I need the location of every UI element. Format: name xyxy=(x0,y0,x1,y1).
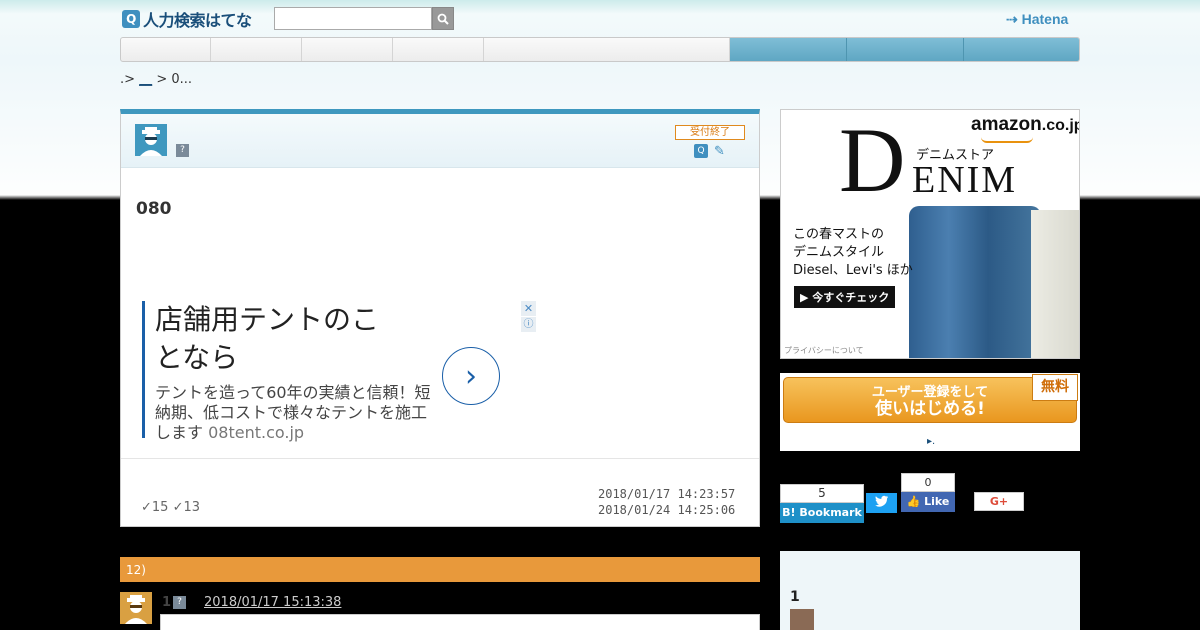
posted-at: 2018/01/17 14:23:57 xyxy=(598,487,736,501)
check-icon: ✓ xyxy=(172,500,184,515)
facebook-like-button[interactable]: 👍 Like xyxy=(901,492,955,512)
nav-item[interactable] xyxy=(964,38,1079,61)
chevron-right-icon[interactable]: › xyxy=(442,347,500,405)
register-sub-link[interactable]: ▸. xyxy=(927,436,935,447)
rank-number: 1 xyxy=(790,589,800,605)
register-box: ユーザー登録をして 使いはじめる! 無料 ▸. xyxy=(780,373,1080,451)
privacy-link[interactable]: プライバシーについて xyxy=(784,345,864,356)
check-now-button[interactable]: ▶ 今すぐチェック xyxy=(794,286,896,308)
bookmark-count[interactable]: 5 xyxy=(780,484,864,503)
nav-item[interactable] xyxy=(484,38,730,61)
nav-item[interactable] xyxy=(211,38,302,61)
nav-item[interactable] xyxy=(121,38,211,61)
search-button[interactable] xyxy=(432,7,454,30)
nav-item[interactable] xyxy=(730,38,847,61)
divider xyxy=(121,458,759,459)
ad-info-icon[interactable]: ⓘ xyxy=(521,317,536,332)
anonymous-user-icon xyxy=(125,595,147,624)
stat-count-2: 13 xyxy=(183,500,201,515)
question-panel: ? 受付終了 Q ✎ 080 店舗用テントのことなら テントを造って60年の実績… xyxy=(120,109,760,527)
bookmark-button[interactable]: B! Bookmark xyxy=(780,503,864,523)
ad-title[interactable]: 店舗用テントのことなら xyxy=(155,301,405,377)
hatena-bird-icon: ⇢ xyxy=(1006,11,1018,27)
help-icon[interactable]: ? xyxy=(176,144,189,157)
asker-avatar[interactable] xyxy=(135,124,167,156)
facebook-like-count: 0 xyxy=(901,473,955,492)
breadcrumb: .> __ > 0... xyxy=(120,72,192,87)
answer-body xyxy=(160,614,760,630)
pencil-icon[interactable]: ✎ xyxy=(714,144,725,159)
register-line-2: 使いはじめる! xyxy=(875,399,985,419)
amazon-logo-suffix: .co.jp xyxy=(1041,117,1080,134)
ad-close-icon[interactable]: ✕ xyxy=(521,301,536,316)
hatena-logo[interactable]: ⇢ Hatena xyxy=(1006,11,1068,28)
breadcrumb-current: 0... xyxy=(171,72,193,87)
amazon-banner-ad[interactable]: D amazon.co.jp デニムストア ENIM この春マストの デニムスタ… xyxy=(780,109,1080,359)
nav-item[interactable] xyxy=(847,38,964,61)
hatena-bookmark-widget: 5 B! Bookmark xyxy=(780,484,864,524)
denim-headline-initial: D xyxy=(839,109,906,211)
text-ad[interactable]: 店舗用テントのことなら テントを造って60年の実績と信頼！短納期、低コストで様々… xyxy=(142,301,537,444)
amazon-smile-icon xyxy=(981,137,1033,143)
answer-date-link[interactable]: 2018/01/17 15:13:38 xyxy=(204,595,341,610)
global-nav xyxy=(120,37,1080,62)
ad-domain[interactable]: 08tent.co.jp xyxy=(208,423,304,442)
google-plus-button[interactable]: G+ xyxy=(974,492,1024,511)
copy-line: この春マストの xyxy=(793,227,885,242)
question-dates: 2018/01/17 14:23:57 2018/01/24 14:25:06 xyxy=(598,486,735,518)
jeans-image xyxy=(909,206,1041,358)
white-jeans-image xyxy=(1031,210,1079,358)
search-icon xyxy=(437,13,449,25)
hatena-q-logo[interactable]: Q 人力検索はてな xyxy=(122,8,252,30)
question-header: ? 受付終了 Q ✎ xyxy=(121,114,759,168)
answerer-avatar[interactable] xyxy=(120,592,152,624)
ad-description: テントを造って60年の実績と信頼！短納期、低コストで様々なテントを施工します 0… xyxy=(155,383,440,443)
check-icon: ✓ xyxy=(141,500,152,515)
logo-text: 人力検索はてな xyxy=(143,11,252,30)
answer-number: 1 xyxy=(162,595,172,610)
ad-accent-bar xyxy=(142,301,145,438)
search-input[interactable] xyxy=(274,7,432,30)
hatena-logo-text: Hatena xyxy=(1021,11,1069,27)
question-q-icon[interactable]: Q xyxy=(694,144,708,158)
stat-count-1: 15 xyxy=(151,500,169,515)
nav-item[interactable] xyxy=(393,38,484,61)
free-badge: 無料 xyxy=(1032,374,1078,401)
answers-header: 12) xyxy=(120,557,760,582)
twitter-bird-icon xyxy=(874,495,888,507)
twitter-icon[interactable] xyxy=(866,493,897,513)
breadcrumb-lead: .> xyxy=(120,72,136,87)
copy-line: デニムスタイル xyxy=(793,245,885,260)
closed-at: 2018/01/24 14:25:06 xyxy=(598,503,736,517)
anonymous-user-icon xyxy=(140,127,162,156)
question-title: 080 xyxy=(136,199,172,219)
amazon-logo-text: amazon xyxy=(971,114,1042,135)
ranking-box: 1 xyxy=(780,551,1080,630)
help-icon[interactable]: ? xyxy=(173,596,186,609)
breadcrumb-link[interactable]: __ xyxy=(139,72,152,87)
denim-headline-rest: ENIM xyxy=(912,159,1018,201)
status-badge: 受付終了 xyxy=(675,125,745,140)
rank-thumbnail[interactable] xyxy=(790,609,814,630)
nav-item[interactable] xyxy=(302,38,393,61)
q-logo-icon: Q xyxy=(122,10,140,28)
copy-line: Diesel、Levi's ほか xyxy=(793,263,913,278)
question-stats: ✓15 ✓13 xyxy=(141,500,200,515)
breadcrumb-separator: > xyxy=(156,72,168,87)
amazon-logo: amazon.co.jp xyxy=(971,114,1080,136)
amazon-ad-copy: この春マストの デニムスタイル Diesel、Levi's ほか xyxy=(793,226,913,280)
